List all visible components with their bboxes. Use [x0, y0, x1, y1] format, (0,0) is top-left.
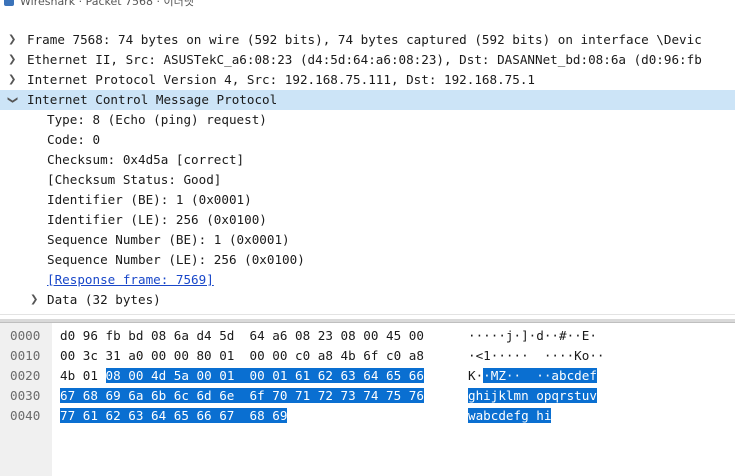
ascii-bytes-selected: ghijklmn opqrstuv — [468, 388, 597, 403]
icmp-field-code[interactable]: Code: 0 — [47, 130, 100, 150]
ascii-row[interactable]: ghijklmn opqrstuv — [468, 386, 597, 406]
hex-bytes: 4b 01 — [60, 368, 106, 383]
wireshark-icon — [4, 0, 14, 6]
byte-offset: 0030 — [10, 388, 41, 403]
hex-bytes-selected: 08 00 4d 5a 00 01 00 01 61 62 63 64 65 6… — [105, 368, 424, 383]
ascii-row[interactable]: wabcdefg hi — [468, 406, 552, 426]
hex-row[interactable]: 67 68 69 6a 6b 6c 6d 6e 6f 70 71 72 73 7… — [60, 386, 424, 406]
chevron-right-icon[interactable]: ❯ — [8, 30, 20, 50]
response-frame-link[interactable]: [Response frame: 7569] — [47, 270, 214, 290]
chevron-down-icon[interactable]: ❯ — [2, 96, 22, 104]
icmp-field-checksum-status[interactable]: [Checksum Status: Good] — [47, 170, 221, 190]
hex-row[interactable]: 00 3c 31 a0 00 00 80 01 00 00 c0 a8 4b 6… — [60, 346, 424, 366]
packet-details-tree[interactable]: ❯ Frame 7568: 74 bytes on wire (592 bits… — [0, 30, 735, 314]
ascii-row[interactable]: ·<1····· ····Ko·· — [468, 346, 604, 366]
hex-row[interactable]: 4b 01 08 00 4d 5a 00 01 00 01 61 62 63 6… — [60, 366, 424, 386]
ascii-bytes: K· — [468, 368, 484, 383]
icmp-field-sequence-be[interactable]: Sequence Number (BE): 1 (0x0001) — [47, 230, 290, 250]
ascii-bytes-selected: wabcdefg hi — [468, 408, 552, 423]
byte-offset: 0020 — [10, 368, 41, 383]
icmp-field-checksum[interactable]: Checksum: 0x4d5a [correct] — [47, 150, 244, 170]
title-bar: Wireshark · Packet 7568 · 이더넷 — [0, 0, 735, 8]
tree-item-ethernet[interactable]: ❯ Ethernet II, Src: ASUSTekC_a6:08:23 (d… — [0, 50, 735, 70]
hex-bytes-selected: 77 61 62 63 64 65 66 67 68 69 — [60, 408, 288, 423]
chevron-right-icon[interactable]: ❯ — [8, 50, 20, 70]
icmp-field-identifier-le[interactable]: Identifier (LE): 256 (0x0100) — [47, 210, 267, 230]
byte-offset: 0040 — [10, 408, 41, 423]
ascii-row[interactable]: ·····j·]·d··#··E· — [468, 326, 597, 346]
tree-item-frame[interactable]: ❯ Frame 7568: 74 bytes on wire (592 bits… — [0, 30, 735, 50]
packet-bytes-pane[interactable]: 0000 d0 96 fb bd 08 6a d4 5d 64 a6 08 23… — [0, 322, 735, 476]
hex-row[interactable]: d0 96 fb bd 08 6a d4 5d 64 a6 08 23 08 0… — [60, 326, 424, 346]
icmp-field-sequence-le[interactable]: Sequence Number (LE): 256 (0x0100) — [47, 250, 305, 270]
tree-item-data[interactable]: ❯ Data (32 bytes) — [30, 290, 161, 310]
byte-offset: 0010 — [10, 348, 41, 363]
hex-bytes-selected: 67 68 69 6a 6b 6c 6d 6e 6f 70 71 72 73 7… — [60, 388, 424, 403]
ascii-row[interactable]: K··MZ·· ··abcdef — [468, 366, 597, 386]
chevron-right-icon[interactable]: ❯ — [8, 70, 20, 90]
byte-offset: 0000 — [10, 328, 41, 343]
window-title: Wireshark · Packet 7568 · 이더넷 — [20, 0, 194, 8]
icmp-field-type[interactable]: Type: 8 (Echo (ping) request) — [47, 110, 267, 130]
tree-item-ip[interactable]: ❯ Internet Protocol Version 4, Src: 192.… — [0, 70, 735, 90]
ascii-bytes-selected: ·MZ·· ··abcdef — [483, 368, 597, 383]
divider — [0, 314, 735, 315]
icmp-field-identifier-be[interactable]: Identifier (BE): 1 (0x0001) — [47, 190, 252, 210]
tree-item-icmp[interactable]: ❯ Internet Control Message Protocol — [0, 90, 735, 110]
chevron-right-icon[interactable]: ❯ — [30, 290, 42, 310]
hex-row[interactable]: 77 61 62 63 64 65 66 67 68 69 — [60, 406, 288, 426]
